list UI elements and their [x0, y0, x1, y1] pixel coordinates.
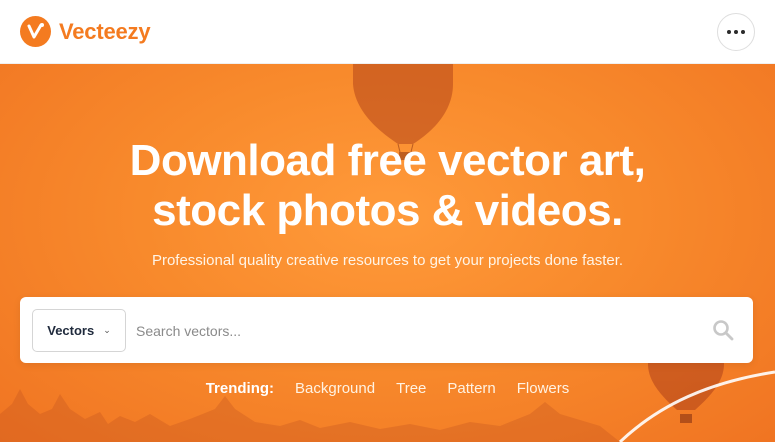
- headline-line-1: Download free vector art,: [129, 136, 646, 185]
- trending-link[interactable]: Tree: [396, 380, 426, 397]
- search-bar: Vectors ⌄: [20, 297, 753, 363]
- asset-type-selected: Vectors: [47, 323, 95, 338]
- ellipsis-icon: [741, 29, 745, 34]
- headline-line-2: stock photos & videos.: [152, 186, 623, 235]
- brand-name: Vecteezy: [59, 18, 151, 44]
- trending-label: Trending:: [205, 380, 275, 397]
- hero-subheadline: Professional quality creative resources …: [151, 252, 624, 269]
- ellipsis-icon: [734, 29, 738, 34]
- trending-link[interactable]: Flowers: [517, 380, 570, 397]
- top-header: Vecteezy: [0, 0, 775, 64]
- hero-headline: Download free vector art, stock photos &…: [0, 136, 775, 236]
- brand-logo-link[interactable]: Vecteezy: [20, 16, 151, 47]
- chevron-down-icon: ⌄: [103, 325, 111, 335]
- search-input[interactable]: [136, 309, 696, 352]
- trending-link[interactable]: Pattern: [447, 380, 495, 397]
- hero-section: Download free vector art, stock photos &…: [0, 64, 775, 442]
- trending-link[interactable]: Background: [295, 380, 375, 397]
- ellipsis-icon: [727, 29, 731, 34]
- asset-type-dropdown[interactable]: Vectors ⌄: [32, 309, 126, 352]
- more-menu-button[interactable]: [717, 12, 755, 51]
- trending-bar: Trending: Background Tree Pattern Flower…: [0, 380, 775, 397]
- vecteezy-logo-icon: [20, 16, 51, 47]
- magnifier-icon[interactable]: [712, 319, 734, 346]
